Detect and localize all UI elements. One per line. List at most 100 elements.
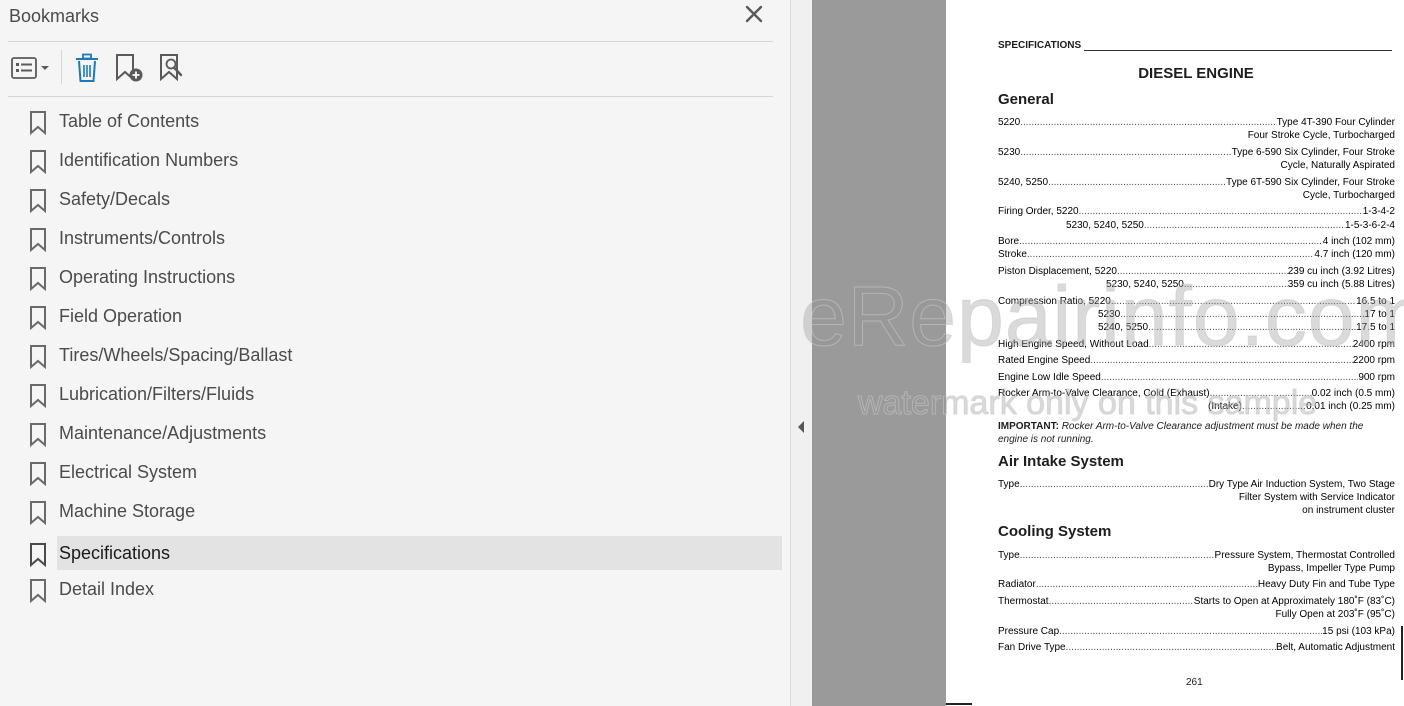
bookmark-item[interactable]: Field Operation bbox=[0, 299, 790, 333]
spec-value: Type 6T-590 Six Cylinder, Four Stroke bbox=[1226, 177, 1395, 188]
spec-row: Type Pressure System, Thermostat Controll… bbox=[998, 549, 1395, 562]
bookmark-label: Table of Contents bbox=[59, 111, 200, 131]
bookmark-item[interactable]: Instruments/Controls bbox=[0, 221, 790, 255]
toolbar-divider bbox=[8, 96, 773, 97]
bookmark-item[interactable]: Maintenance/Adjustments bbox=[0, 416, 790, 450]
section-header: SPECIFICATIONS bbox=[998, 40, 1392, 51]
spec-continuation: Four Stroke Cycle, Turbocharged bbox=[1247, 130, 1395, 141]
spec-value: Pressure System, Thermostat Controlled bbox=[1214, 550, 1395, 561]
bookmark-item-selected[interactable]: Specifications bbox=[0, 536, 790, 570]
page-edge-mark bbox=[946, 703, 972, 705]
spec-label: Type bbox=[998, 550, 1020, 561]
bookmarks-panel: Bookmarks Table of Contents Identificati… bbox=[0, 0, 790, 706]
bookmark-label: Electrical System bbox=[59, 462, 198, 482]
spec-value: 1-5-3-6-2-4 bbox=[1344, 220, 1395, 231]
spec-row: Bore 4 inch (102 mm) bbox=[998, 235, 1395, 248]
bookmark-icon bbox=[30, 111, 46, 135]
spec-label: Fan Drive Type bbox=[998, 642, 1066, 653]
bookmark-label: Safety/Decals bbox=[59, 189, 171, 209]
bookmark-label: Lubrication/Filters/Fluids bbox=[59, 384, 255, 404]
bookmark-label: Specifications bbox=[59, 543, 171, 563]
spec-row: Stroke 4.7 inch (120 mm) bbox=[998, 248, 1395, 261]
bookmark-item[interactable]: Operating Instructions bbox=[0, 260, 790, 294]
bookmark-search-icon bbox=[160, 54, 183, 82]
bookmark-item[interactable]: Tires/Wheels/Spacing/Ballast bbox=[0, 338, 790, 372]
important-note: IMPORTANT: Rocker Arm-to-Valve Clearance… bbox=[998, 420, 1395, 446]
bookmark-item[interactable]: Lubrication/Filters/Fluids bbox=[0, 377, 790, 411]
spec-label: Stroke bbox=[998, 249, 1027, 260]
close-icon bbox=[745, 5, 763, 23]
air-intake-heading: Air Intake System bbox=[998, 453, 1124, 470]
spec-label: 5230, 5240, 5250 bbox=[1066, 220, 1144, 231]
spec-continuation: Fully Open at 203˚F (95˚C) bbox=[1275, 609, 1396, 620]
spec-label: Engine Low Idle Speed bbox=[998, 372, 1101, 383]
add-bookmark-button[interactable] bbox=[112, 52, 146, 84]
collapse-panel-button[interactable] bbox=[795, 418, 807, 436]
bookmark-icon bbox=[30, 501, 46, 525]
spec-row: 5230 Type 6-590 Six Cylinder, Four Stroke bbox=[998, 146, 1395, 159]
header-divider bbox=[8, 41, 773, 42]
spec-value: Dry Type Air Induction System, Two Stage bbox=[1208, 479, 1395, 490]
bookmark-icon bbox=[30, 423, 46, 447]
spec-label: Type bbox=[998, 479, 1020, 490]
bookmark-item[interactable]: Identification Numbers bbox=[0, 143, 790, 177]
bookmark-label: Detail Index bbox=[59, 579, 155, 599]
bookmark-item[interactable]: Table of Contents bbox=[0, 104, 790, 138]
spec-row: Engine Low Idle Speed 900 rpm bbox=[998, 371, 1395, 384]
cooling-heading: Cooling System bbox=[998, 523, 1112, 540]
panel-title: Bookmarks bbox=[9, 6, 100, 26]
spec-value: 0.02 inch (0.5 mm) bbox=[1311, 388, 1395, 399]
spec-row: Fan Drive Type Belt, Automatic Adjustment bbox=[998, 641, 1395, 654]
spec-continuation: Bypass, Impeller Type Pump bbox=[1267, 563, 1395, 574]
spec-continuation: Cycle, Turbocharged bbox=[1302, 190, 1395, 201]
bookmark-item[interactable]: Machine Storage bbox=[0, 494, 790, 528]
spec-value: 4.7 inch (120 mm) bbox=[1314, 249, 1395, 260]
spec-label: Radiator bbox=[998, 579, 1036, 590]
spec-row: Radiator Heavy Duty Fin and Tube Type bbox=[998, 578, 1395, 591]
delete-bookmark-button[interactable] bbox=[72, 52, 102, 84]
spec-label: Thermostat bbox=[998, 596, 1049, 607]
spec-row: Pressure Cap 15 psi (103 kPa) bbox=[998, 625, 1395, 638]
spec-row: 5230, 5240, 5250 1-5-3-6-2-4 bbox=[1066, 219, 1395, 232]
spec-row: Firing Order, 5220 1-3-4-2 bbox=[998, 205, 1395, 218]
bookmark-item[interactable]: Electrical System bbox=[0, 455, 790, 489]
find-bookmark-button[interactable] bbox=[156, 52, 190, 84]
spec-value: 1-3-4-2 bbox=[1362, 206, 1395, 217]
spec-value: Heavy Duty Fin and Tube Type bbox=[1257, 579, 1395, 590]
bookmark-label: Field Operation bbox=[59, 306, 183, 326]
page-edge-mark bbox=[1401, 626, 1403, 680]
page-number: 261 bbox=[1186, 677, 1203, 688]
spec-label: Bore bbox=[998, 236, 1020, 247]
bookmark-add-icon bbox=[116, 54, 143, 82]
bookmark-icon bbox=[30, 150, 46, 174]
options-menu-button[interactable] bbox=[9, 52, 53, 84]
document-title: DIESEL ENGINE bbox=[1138, 65, 1254, 82]
bookmark-label: Operating Instructions bbox=[59, 267, 236, 287]
spec-continuation: Filter System with Service Indicator bbox=[1238, 492, 1395, 503]
spec-label: 5230 bbox=[998, 147, 1021, 158]
spec-label: Pressure Cap bbox=[998, 626, 1060, 637]
spec-continuation: on instrument cluster bbox=[1302, 505, 1395, 516]
spec-label: 5220 bbox=[998, 117, 1021, 128]
toolbar-separator bbox=[61, 50, 62, 84]
bookmark-icon bbox=[30, 228, 46, 252]
bookmark-icon bbox=[30, 384, 46, 408]
bookmark-item[interactable]: Detail Index bbox=[0, 572, 790, 606]
spec-value: Type 6-590 Six Cylinder, Four Stroke bbox=[1231, 147, 1395, 158]
bookmark-item[interactable]: Safety/Decals bbox=[0, 182, 790, 216]
bookmark-label: Identification Numbers bbox=[59, 150, 239, 170]
chevron-left-icon bbox=[798, 421, 804, 433]
spec-value: 0.01 inch (0.25 mm) bbox=[1306, 401, 1395, 412]
spec-row: 5240, 5250 Type 6T-590 Six Cylinder, Four… bbox=[998, 176, 1395, 189]
bookmark-icon bbox=[30, 189, 46, 213]
header-rule bbox=[1084, 42, 1392, 51]
spec-value: 900 rpm bbox=[1358, 372, 1395, 383]
list-options-icon bbox=[11, 57, 49, 79]
close-panel-button[interactable] bbox=[744, 4, 764, 24]
bookmark-label: Machine Storage bbox=[59, 501, 196, 521]
spec-row: Type Dry Type Air Induction System, Two S… bbox=[998, 478, 1395, 491]
watermark-sub: watermark only on this sample bbox=[857, 384, 1318, 423]
spec-value: Starts to Open at Approximately 180˚F (8… bbox=[1193, 596, 1395, 607]
bookmark-label: Maintenance/Adjustments bbox=[59, 423, 267, 443]
bookmark-label: Instruments/Controls bbox=[59, 228, 226, 248]
